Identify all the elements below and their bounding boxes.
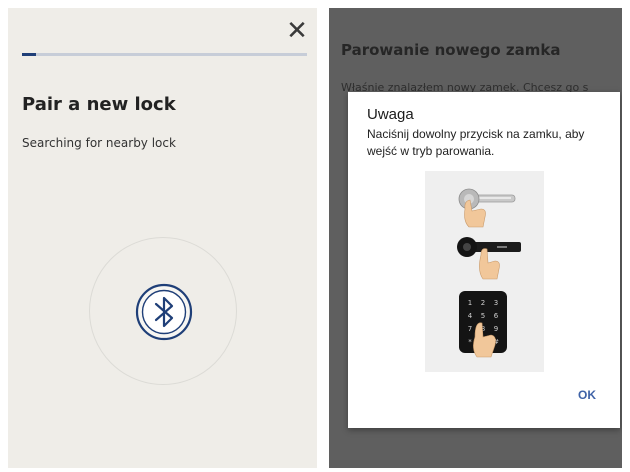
- progress-fill: [22, 53, 37, 56]
- progress-bar: [22, 53, 307, 56]
- keypad-digit: 5: [481, 312, 485, 320]
- lever-handle-icon: [458, 188, 516, 228]
- page-title: Pair a new lock: [22, 94, 176, 115]
- keypad-digit: 9: [494, 325, 498, 333]
- keypad-digit: 6: [494, 312, 499, 320]
- lock-illustration-svg: 123456789*0#: [457, 188, 521, 358]
- keypad-digit: 3: [494, 299, 498, 307]
- lock-buttons-illustration: 123456789*0#: [425, 171, 544, 372]
- keypad-digit: 7: [468, 325, 472, 333]
- dialog-title: Uwaga: [367, 106, 414, 123]
- ok-button[interactable]: OK: [578, 388, 596, 402]
- keypad-digit: 2: [481, 299, 485, 307]
- close-icon: ✕: [286, 16, 308, 46]
- dialog-message: Naciśnij dowolny przycisk na zamku, aby …: [367, 127, 585, 158]
- black-handle-icon: [457, 237, 521, 280]
- keypad-digit: 1: [468, 299, 472, 307]
- bluetooth-icon: [135, 283, 193, 341]
- keypad-digit: *: [468, 338, 472, 346]
- pairing-screen: Parowanie nowego zamka Właśnie znalazłem…: [329, 8, 622, 468]
- pairing-title: Parowanie nowego zamka: [341, 41, 561, 59]
- attention-dialog: Uwaga Naciśnij dowolny przycisk na zamku…: [348, 92, 620, 428]
- pair-lock-screen: ✕ Pair a new lock Searching for nearby l…: [8, 8, 317, 468]
- keypad-digit: 4: [468, 312, 473, 320]
- status-text: Searching for nearby lock: [22, 136, 176, 150]
- keypad-icon: 123456789*0#: [459, 291, 507, 358]
- close-button[interactable]: ✕: [284, 18, 310, 44]
